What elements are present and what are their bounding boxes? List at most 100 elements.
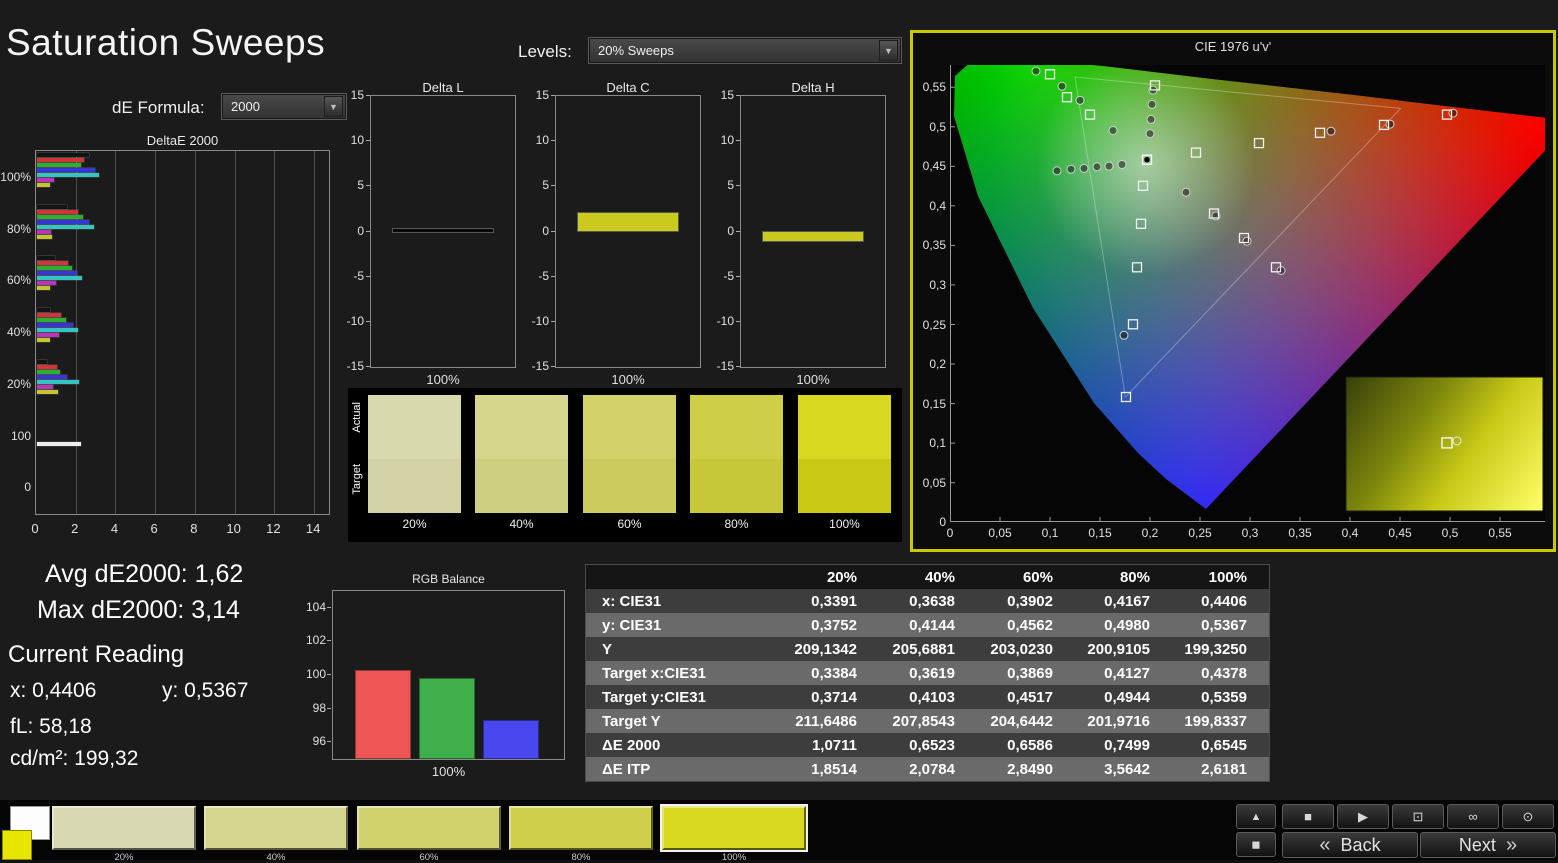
delta-y-tick-mark bbox=[366, 185, 370, 186]
rgb-y-tick-label: 98 bbox=[300, 701, 326, 715]
delta-y-tick-label: 0 bbox=[338, 224, 364, 238]
deltae-bar bbox=[37, 338, 50, 342]
pattern-tile-40%[interactable] bbox=[204, 806, 348, 850]
pattern-tile-20%[interactable] bbox=[52, 806, 196, 850]
cie-x-tick-label: 0 bbox=[937, 526, 963, 540]
swatch-40% bbox=[475, 395, 568, 513]
table-cell: 0,4980 bbox=[1073, 617, 1170, 634]
stop-button[interactable]: ■ bbox=[1282, 804, 1334, 829]
cie-y-tick-label: 0,55 bbox=[913, 80, 946, 94]
rgb-y-tick-mark bbox=[327, 607, 331, 608]
delta-y-tick-mark bbox=[366, 140, 370, 141]
pattern-tile-label: 40% bbox=[204, 852, 348, 863]
deltae-bar bbox=[37, 390, 58, 394]
play-icon: ▶ bbox=[1358, 809, 1368, 825]
table-cell: 0,4103 bbox=[877, 689, 975, 706]
cie-measured-point bbox=[1076, 96, 1084, 104]
cie-x-tick-label: 0,45 bbox=[1387, 526, 1413, 540]
de-formula-value: 2000 bbox=[231, 99, 260, 114]
cie-measured-point bbox=[1147, 115, 1155, 123]
table-cell: 203,0230 bbox=[975, 641, 1073, 658]
cie-x-tick-label: 0,55 bbox=[1487, 526, 1513, 540]
marker-button[interactable]: ⊡ bbox=[1392, 804, 1444, 829]
back-button[interactable]: « Back bbox=[1282, 832, 1418, 858]
swatch-target bbox=[475, 459, 568, 513]
swatch-actual bbox=[368, 395, 461, 459]
deltae-bar bbox=[37, 215, 83, 219]
play-button[interactable]: ▶ bbox=[1337, 804, 1389, 829]
rgb-y-tick-mark bbox=[327, 708, 331, 709]
delta-y-tick-mark bbox=[366, 95, 370, 96]
swatch-target bbox=[368, 459, 461, 513]
delta-y-tick-label: 10 bbox=[708, 133, 734, 147]
cie-y-tick-label: 0,05 bbox=[913, 476, 946, 490]
levels-value: 20% Sweeps bbox=[598, 43, 674, 58]
deltae-bar bbox=[37, 281, 56, 285]
rgb-bar bbox=[355, 670, 411, 759]
cie-y-tick-label: 0,15 bbox=[913, 397, 946, 411]
pattern-tile-80%[interactable] bbox=[509, 806, 653, 850]
table-cell: 204,6442 bbox=[975, 713, 1073, 730]
deltae-gridline bbox=[155, 151, 156, 514]
deltae-bar bbox=[37, 168, 95, 172]
delta-y-tick-label: -5 bbox=[708, 269, 734, 283]
deltae-bar bbox=[37, 323, 73, 327]
deltae-plot bbox=[35, 150, 330, 515]
deltae-bar bbox=[37, 256, 55, 260]
table-cell: 200,9105 bbox=[1073, 641, 1170, 658]
de-formula-dropdown[interactable]: 2000 ▼ bbox=[222, 94, 346, 119]
cie-measured-point bbox=[1243, 237, 1251, 245]
delta-y-tick-label: -15 bbox=[708, 359, 734, 373]
pattern-tile-60%[interactable] bbox=[357, 806, 501, 850]
deltae-group-label: 20% bbox=[0, 377, 31, 391]
swatch-target bbox=[690, 459, 783, 513]
table-row-label: y: CIE31 bbox=[586, 617, 779, 634]
levels-dropdown[interactable]: 20% Sweeps ▼ bbox=[589, 38, 901, 63]
table-cell: 0,3902 bbox=[975, 593, 1073, 610]
delta-y-tick-label: -10 bbox=[523, 314, 549, 328]
deltae-gridline bbox=[235, 151, 236, 514]
delta-y-tick-mark bbox=[366, 366, 370, 367]
power-button[interactable]: ⊙ bbox=[1502, 804, 1554, 829]
pattern-preview bbox=[2, 804, 50, 858]
swatch-label: 100% bbox=[798, 517, 891, 531]
avg-de2000: Avg dE2000: 1,62 bbox=[45, 560, 243, 589]
delta-y-tick-label: -5 bbox=[338, 269, 364, 283]
stop-pattern-button[interactable]: ◼ bbox=[1236, 832, 1276, 857]
delta-chart-title: Delta L bbox=[370, 80, 516, 95]
cie-y-tick-label: 0,25 bbox=[913, 318, 946, 332]
cie-x-tick-label: 0,3 bbox=[1237, 526, 1263, 540]
pattern-tile-100%[interactable] bbox=[662, 806, 806, 850]
cie-measured-point bbox=[1146, 130, 1154, 138]
deltae-group-label: 0 bbox=[0, 480, 31, 494]
rgb-balance-plot bbox=[332, 590, 565, 760]
table-header-cell: 80% bbox=[1073, 569, 1170, 586]
cie-inset bbox=[1346, 377, 1543, 511]
table-cell: 201,9716 bbox=[1073, 713, 1170, 730]
deltae-group-label: 40% bbox=[0, 325, 31, 339]
deltae-bar bbox=[37, 235, 52, 239]
delta-y-tick-mark bbox=[736, 140, 740, 141]
swatch-actual bbox=[583, 395, 676, 459]
deltae-x-tick-label: 4 bbox=[104, 521, 124, 536]
next-button[interactable]: Next » bbox=[1420, 832, 1556, 858]
deltae-bar bbox=[37, 308, 50, 312]
deltae-group-label: 80% bbox=[0, 222, 31, 236]
delta-y-tick-mark bbox=[736, 231, 740, 232]
current-x: x: 0,4406 bbox=[10, 679, 96, 703]
cie-measured-point bbox=[1032, 67, 1040, 75]
rgb-y-tick-mark bbox=[327, 674, 331, 675]
table-cell: 0,4144 bbox=[877, 617, 975, 634]
delta-y-tick-label: 10 bbox=[338, 133, 364, 147]
delta-y-tick-mark bbox=[736, 276, 740, 277]
delta-chart-plot bbox=[555, 95, 701, 368]
swatch-100% bbox=[798, 395, 891, 513]
eject-button[interactable]: ▲ bbox=[1236, 804, 1276, 829]
delta-y-tick-mark bbox=[551, 276, 555, 277]
table-cell: 2,6181 bbox=[1170, 761, 1267, 778]
swatch-80% bbox=[690, 395, 783, 513]
deltae-bar bbox=[37, 158, 84, 162]
delta-y-tick-mark bbox=[551, 321, 555, 322]
table-row: Target y:CIE310,37140,41030,45170,49440,… bbox=[586, 685, 1269, 709]
continuous-button[interactable]: ∞ bbox=[1447, 804, 1499, 829]
